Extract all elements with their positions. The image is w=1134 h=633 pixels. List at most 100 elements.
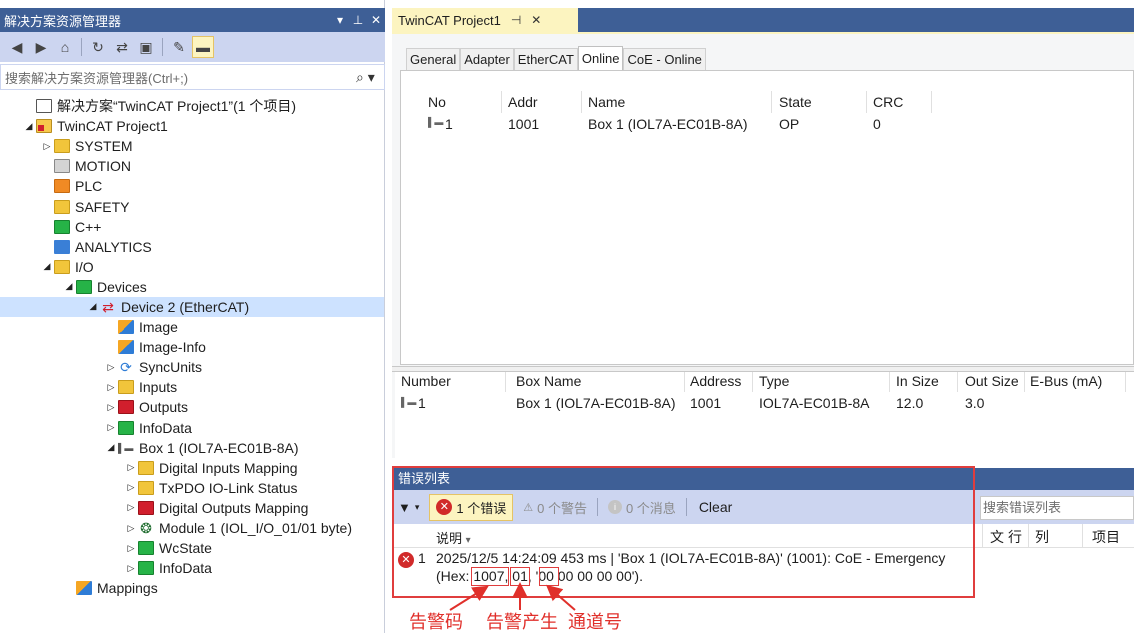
column-header-address[interactable]: Address (690, 373, 741, 389)
refresh-icon[interactable]: ⇄ (111, 36, 133, 58)
column-header-number[interactable]: Number (401, 373, 451, 389)
column-header-box-name[interactable]: Box Name (516, 373, 581, 389)
tree-node[interactable]: Image (0, 317, 384, 337)
collapse-icon[interactable]: ◢ (104, 442, 118, 453)
expand-icon[interactable]: ▷ (104, 402, 118, 413)
expand-icon[interactable]: ▷ (124, 502, 138, 513)
tree-node[interactable]: ◢ Devices (0, 277, 384, 297)
column-divider[interactable] (982, 524, 983, 548)
home-icon[interactable]: ⌂ (54, 36, 76, 58)
column-header-addr[interactable]: Addr (508, 94, 538, 110)
column-divider[interactable] (1028, 524, 1029, 548)
cell-state: OP (779, 116, 800, 132)
column-divider[interactable] (581, 91, 582, 113)
column-header-file[interactable]: 文 (990, 527, 1004, 547)
tab-adapter[interactable]: Adapter (460, 48, 514, 70)
tree-node[interactable]: ◢ ⇄ Device 2 (EtherCAT) (0, 296, 384, 318)
expand-icon[interactable]: ▷ (104, 422, 118, 433)
collapse-all-icon[interactable]: ▣ (135, 36, 157, 58)
column-divider[interactable] (957, 372, 958, 392)
column-header-crc[interactable]: CRC (873, 94, 903, 110)
preview-icon[interactable]: ▬ (192, 36, 214, 58)
expand-icon[interactable]: ▷ (124, 543, 138, 554)
tab-ethercat[interactable]: EtherCAT (513, 48, 578, 70)
collapse-icon[interactable]: ◢ (62, 281, 76, 292)
search-icon[interactable]: ⌕ ▾ (356, 69, 384, 86)
tree-node[interactable]: MOTION (0, 156, 384, 176)
tree-node[interactable]: ▷ SYSTEM (0, 136, 384, 156)
expand-icon[interactable]: ▷ (124, 563, 138, 574)
back-icon[interactable]: ◀ (6, 36, 28, 58)
tree-node[interactable]: 解决方案“TwinCAT Project1”(1 个项目) (0, 96, 384, 116)
forward-icon[interactable]: ▶ (30, 36, 52, 58)
tab-general[interactable]: General (406, 48, 461, 70)
sync-with-document-icon[interactable]: ↻ (87, 36, 109, 58)
expand-icon[interactable]: ▷ (124, 482, 138, 493)
column-divider[interactable] (1024, 372, 1025, 392)
error-list-search-input[interactable]: 搜索错误列表 (980, 496, 1134, 520)
tree-node[interactable]: ▷ TxPDO IO-Link Status (0, 478, 384, 498)
close-tab-icon[interactable]: ✕ (531, 13, 541, 27)
column-header-ebus[interactable]: E-Bus (mA) (1030, 373, 1102, 389)
column-divider[interactable] (931, 91, 932, 113)
document-tab-title[interactable]: TwinCAT Project1 (398, 13, 501, 28)
tree-node[interactable]: ▷ Outputs (0, 397, 384, 417)
column-header-column[interactable]: 列 (1035, 527, 1049, 547)
column-header-in-size[interactable]: In Size (896, 373, 939, 389)
tree-node-label: WcState (159, 540, 212, 557)
column-divider[interactable] (501, 91, 502, 113)
tree-node[interactable]: ▷ Digital Inputs Mapping (0, 458, 384, 478)
column-header-name[interactable]: Name (588, 94, 625, 110)
tree-node[interactable]: ◢ TwinCAT Project1 (0, 116, 384, 136)
column-divider[interactable] (1082, 524, 1083, 548)
mappings-icon (76, 581, 92, 596)
expand-icon[interactable]: ▷ (124, 523, 138, 534)
close-icon[interactable]: ✕ (367, 13, 385, 27)
expand-icon[interactable]: ▷ (124, 462, 138, 473)
column-divider[interactable] (505, 372, 506, 392)
tree-node[interactable]: ▷ ⟳ SyncUnits (0, 357, 384, 377)
column-divider[interactable] (866, 91, 867, 113)
pin-tab-icon[interactable]: ⊣ (511, 13, 521, 27)
column-divider[interactable] (684, 372, 685, 392)
document-tab[interactable]: TwinCAT Project1 ⊣ ✕ (392, 8, 578, 32)
tree-node[interactable]: ◢ ▌▬ Box 1 (IOL7A-EC01B-8A) (0, 438, 384, 458)
column-header-type[interactable]: Type (759, 373, 789, 389)
expand-icon[interactable]: ▷ (104, 362, 118, 373)
collapse-icon[interactable]: ◢ (40, 261, 54, 272)
tree-node[interactable]: ◢ I/O (0, 257, 384, 277)
tree-node[interactable]: SAFETY (0, 196, 384, 216)
tree-node[interactable]: C++ (0, 217, 384, 237)
column-divider[interactable] (889, 372, 890, 392)
expand-icon[interactable]: ▷ (40, 141, 54, 152)
tree-node[interactable]: ▷ WcState (0, 538, 384, 558)
tab-online[interactable]: Online (577, 46, 624, 70)
collapse-icon[interactable]: ◢ (22, 121, 36, 132)
tab-coe-online[interactable]: CoE - Online (623, 48, 706, 70)
expand-icon[interactable]: ▷ (104, 382, 118, 393)
tree-node[interactable]: ▷ ❂ Module 1 (IOL_I/O_01/01 byte) (0, 518, 384, 538)
column-header-line[interactable]: 行 (1008, 527, 1022, 547)
tree-node[interactable]: ▷ Digital Outputs Mapping (0, 498, 384, 518)
properties-icon[interactable]: ✎ (168, 36, 190, 58)
tree-node[interactable]: ▷ InfoData (0, 558, 384, 578)
ethercat-device-icon: ⇄ (102, 298, 114, 315)
column-header-project[interactable]: 项目 (1092, 527, 1120, 547)
column-header-no[interactable]: No (428, 94, 446, 110)
pin-icon[interactable]: ⊥ (349, 13, 367, 27)
search-input[interactable]: 搜索解决方案资源管理器(Ctrl+;) (5, 68, 356, 87)
tree-node[interactable]: PLC (0, 176, 384, 196)
tree-node[interactable]: ▷ Inputs (0, 377, 384, 397)
tree-node[interactable]: Mappings (0, 578, 384, 598)
tree-node[interactable]: Image-Info (0, 337, 384, 357)
column-divider[interactable] (1125, 372, 1126, 392)
column-header-out-size[interactable]: Out Size (965, 373, 1019, 389)
tree-node[interactable]: ▷ InfoData (0, 418, 384, 438)
column-divider[interactable] (752, 372, 753, 392)
column-divider[interactable] (771, 91, 772, 113)
tree-node[interactable]: ANALYTICS (0, 237, 384, 257)
dropdown-icon[interactable]: ▾ (331, 13, 349, 27)
collapse-icon[interactable]: ◢ (86, 301, 100, 312)
solution-explorer-search[interactable]: 搜索解决方案资源管理器(Ctrl+;) ⌕ ▾ (0, 64, 385, 90)
column-header-state[interactable]: State (779, 94, 812, 110)
